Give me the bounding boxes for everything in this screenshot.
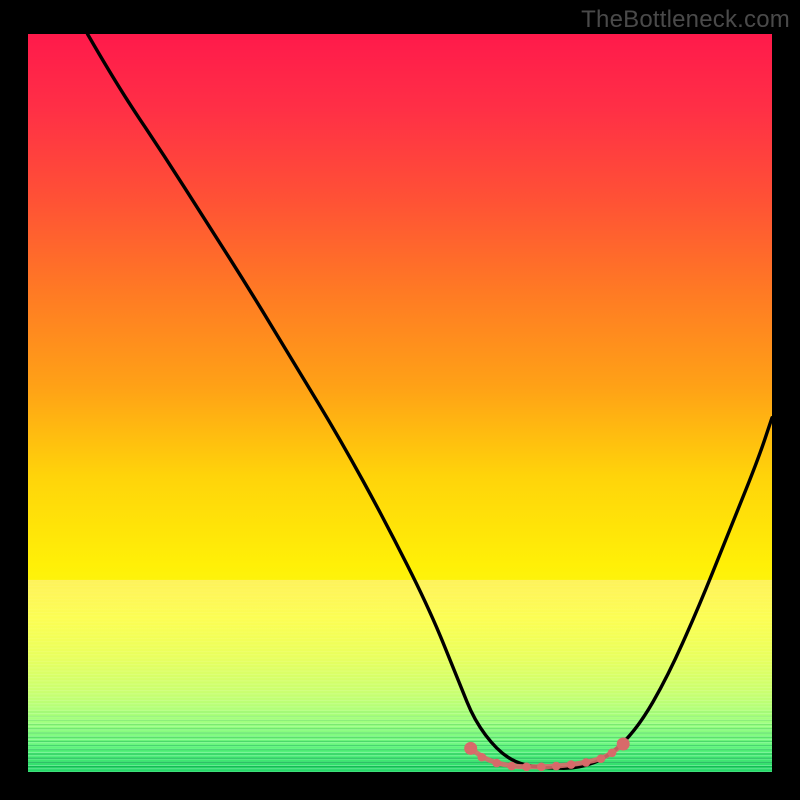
plot-area (28, 34, 772, 772)
chart-frame: TheBottleneck.com (0, 0, 800, 800)
watermark-text: TheBottleneck.com (581, 6, 790, 34)
plot-svg (28, 34, 772, 772)
